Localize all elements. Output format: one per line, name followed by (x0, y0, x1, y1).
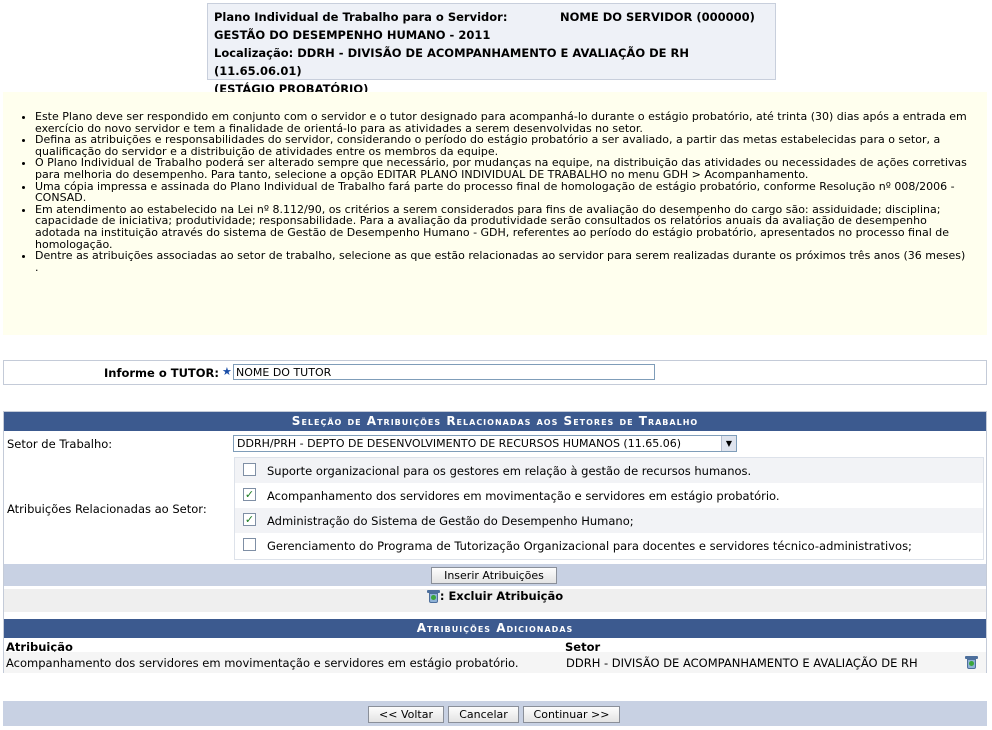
footer-bar: << Voltar Cancelar Continuar >> (3, 701, 987, 726)
row-attribution: Acompanhamento dos servidores em movimen… (6, 656, 519, 670)
option-label: Administração do Sistema de Gestão do De… (267, 514, 634, 528)
option-label: Acompanhamento dos servidores em movimen… (267, 489, 780, 503)
servant-header: Plano Individual de Trabalho para o Serv… (207, 3, 776, 96)
option-checkbox[interactable] (243, 463, 256, 476)
instructions-list: Este Plano deve ser respondido em conjun… (17, 111, 969, 273)
continue-button[interactable]: Continuar >> (523, 706, 620, 723)
option-row: Gerenciamento do Programa de Tutorização… (235, 533, 983, 558)
instruction-item: Em atendimento ao estabelecido na Lei nº… (35, 203, 969, 250)
sector-selected-value: DDRH/PRH - DEPTO DE DESENVOLVIMENTO DE R… (237, 437, 681, 450)
tutor-input[interactable] (233, 364, 655, 380)
option-row: Suporte organizacional para os gestores … (235, 458, 983, 483)
attributions-panel: Seleção de Atribuições Relacionadas aos … (3, 411, 987, 673)
remove-legend-text: : Excluir Atribuição (439, 589, 564, 603)
option-checkbox[interactable]: ✓ (243, 513, 256, 526)
remove-legend: : Excluir Atribuição (4, 589, 986, 612)
instruction-item: Uma cópia impressa e assinada do Plano I… (35, 180, 969, 204)
instruction-item: Dentre as atribuições associadas ao seto… (35, 250, 969, 273)
option-row: ✓ Administração do Sistema de Gestão do … (235, 508, 983, 533)
insert-bar: Inserir Atribuições (4, 564, 986, 586)
attributions-label: Atribuições Relacionadas ao Setor: (7, 502, 207, 516)
trash-icon (426, 589, 440, 603)
instruction-item: Defina as atribuições e responsabilidade… (35, 134, 969, 157)
tutor-label: Informe o TUTOR: (104, 366, 219, 380)
chevron-down-icon[interactable]: ▼ (721, 436, 736, 451)
option-checkbox[interactable]: ✓ (243, 488, 256, 501)
instruction-item: Este Plano deve ser respondido em conjun… (35, 111, 969, 134)
tutor-form: Informe o TUTOR: ★ (3, 360, 987, 385)
servant-name: NOME DO SERVIDOR (000000) (560, 10, 755, 24)
cancel-button[interactable]: Cancelar (448, 706, 519, 723)
table-row: Acompanhamento dos servidores em movimen… (4, 652, 986, 673)
added-caption: Atribuições Adicionadas (4, 619, 986, 638)
location: Localização: DDRH - DIVISÃO DE ACOMPANHA… (214, 46, 689, 78)
option-label: Suporte organizacional para os gestores … (267, 464, 752, 478)
required-star-icon: ★ (222, 365, 232, 378)
instruction-item: O Plano Individual de Trabalho poderá se… (35, 157, 969, 180)
attributions-options: Suporte organizacional para os gestores … (234, 457, 984, 560)
plan-label: Plano Individual de Trabalho para o Serv… (214, 10, 508, 24)
insert-attributions-button[interactable]: Inserir Atribuições (431, 567, 557, 584)
option-row: ✓ Acompanhamento dos servidores em movim… (235, 483, 983, 508)
back-button[interactable]: << Voltar (368, 706, 444, 723)
sector-label: Setor de Trabalho: (7, 437, 113, 451)
gdh-year: GESTÃO DO DESEMPENHO HUMANO - 2011 (214, 28, 491, 42)
instructions-box: Este Plano deve ser respondido em conjun… (3, 92, 987, 335)
selection-caption: Seleção de Atribuições Relacionadas aos … (4, 412, 986, 431)
option-label: Gerenciamento do Programa de Tutorização… (267, 539, 912, 553)
row-sector: DDRH - DIVISÃO DE ACOMPANHAMENTO E AVALI… (566, 656, 918, 670)
delete-row-icon[interactable] (965, 655, 978, 669)
sector-select[interactable]: DDRH/PRH - DEPTO DE DESENVOLVIMENTO DE R… (233, 435, 737, 452)
option-checkbox[interactable] (243, 538, 256, 551)
